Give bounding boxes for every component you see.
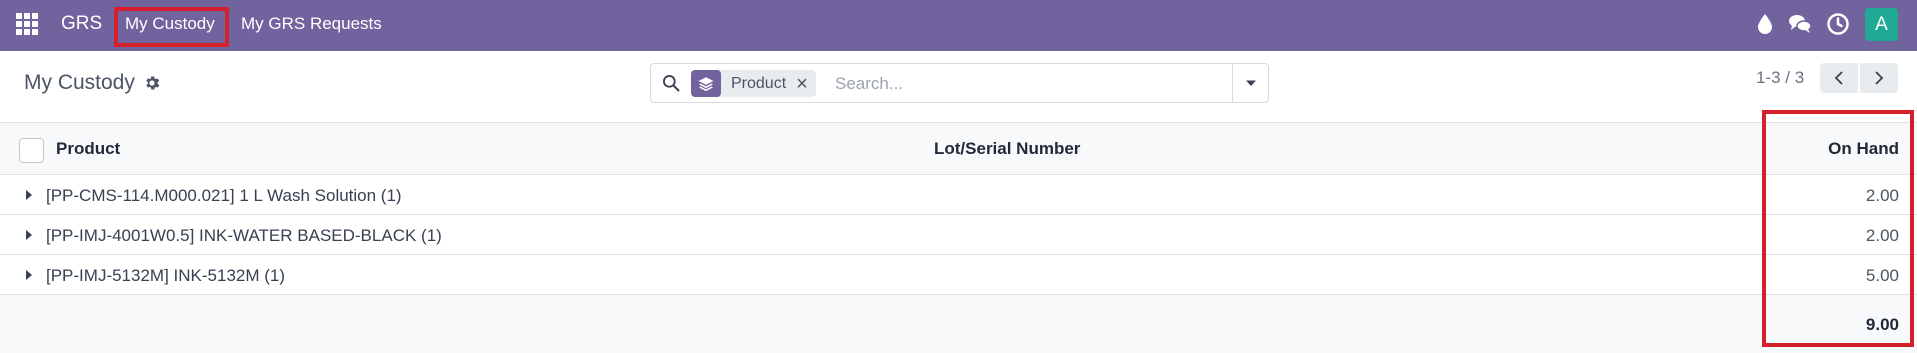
app-brand[interactable]: GRS <box>61 13 102 35</box>
caret-right-icon <box>26 270 32 280</box>
caret-right-icon <box>26 190 32 200</box>
chat-icon[interactable] <box>1788 12 1812 36</box>
layers-icon <box>691 70 721 97</box>
gear-icon[interactable] <box>143 74 161 92</box>
search-facet-product: Product × <box>691 70 816 97</box>
caret-down-icon <box>1245 80 1256 86</box>
search-input[interactable] <box>835 70 1215 97</box>
pager-next-button[interactable] <box>1860 63 1898 93</box>
chevron-left-icon <box>1834 71 1843 85</box>
highlight-box-my-custody <box>114 7 229 47</box>
menu-item-my-grs-requests[interactable]: My GRS Requests <box>241 14 382 34</box>
group-row[interactable]: [PP-IMJ-5132M] INK-5132M (1) 5.00 <box>0 255 1917 295</box>
control-panel: My Custody Product × 1-3 / 3 <box>0 51 1917 123</box>
page-title: My Custody <box>24 71 135 94</box>
close-icon[interactable]: × <box>794 74 816 94</box>
pager-previous-button[interactable] <box>1820 63 1858 93</box>
search-icon <box>663 75 680 92</box>
group-row[interactable]: [PP-IMJ-4001W0.5] INK-WATER BASED-BLACK … <box>0 215 1917 255</box>
facet-label: Product <box>731 74 787 92</box>
clock-icon[interactable] <box>1826 12 1850 36</box>
caret-right-icon <box>26 230 32 240</box>
column-header-product[interactable]: Product <box>56 139 120 159</box>
group-row[interactable]: [PP-CMS-114.M000.021] 1 L Wash Solution … <box>0 175 1917 215</box>
chevron-right-icon <box>1875 71 1884 85</box>
list-footer: 9.00 <box>0 295 1917 353</box>
user-avatar[interactable]: A <box>1865 8 1898 41</box>
column-header-lot-serial[interactable]: Lot/Serial Number <box>934 139 1080 159</box>
group-label: [PP-IMJ-4001W0.5] INK-WATER BASED-BLACK … <box>46 226 442 245</box>
select-all-checkbox[interactable] <box>19 138 44 163</box>
water-drop-icon[interactable] <box>1753 12 1777 36</box>
search-bar: Product × <box>650 63 1269 103</box>
group-label: [PP-IMJ-5132M] INK-5132M (1) <box>46 266 286 285</box>
search-options-toggle[interactable] <box>1232 64 1268 102</box>
top-navbar: GRS My Custody My GRS Requests A <box>0 0 1917 51</box>
group-label: [PP-CMS-114.M000.021] 1 L Wash Solution … <box>46 186 402 205</box>
highlight-box-on-hand <box>1762 110 1914 347</box>
list-header: Product Lot/Serial Number On Hand <box>0 123 1917 175</box>
pager-value[interactable]: 1-3 / 3 <box>1756 68 1804 88</box>
custody-list: Product Lot/Serial Number On Hand [PP-CM… <box>0 123 1917 353</box>
apps-grid-icon[interactable] <box>16 13 38 35</box>
